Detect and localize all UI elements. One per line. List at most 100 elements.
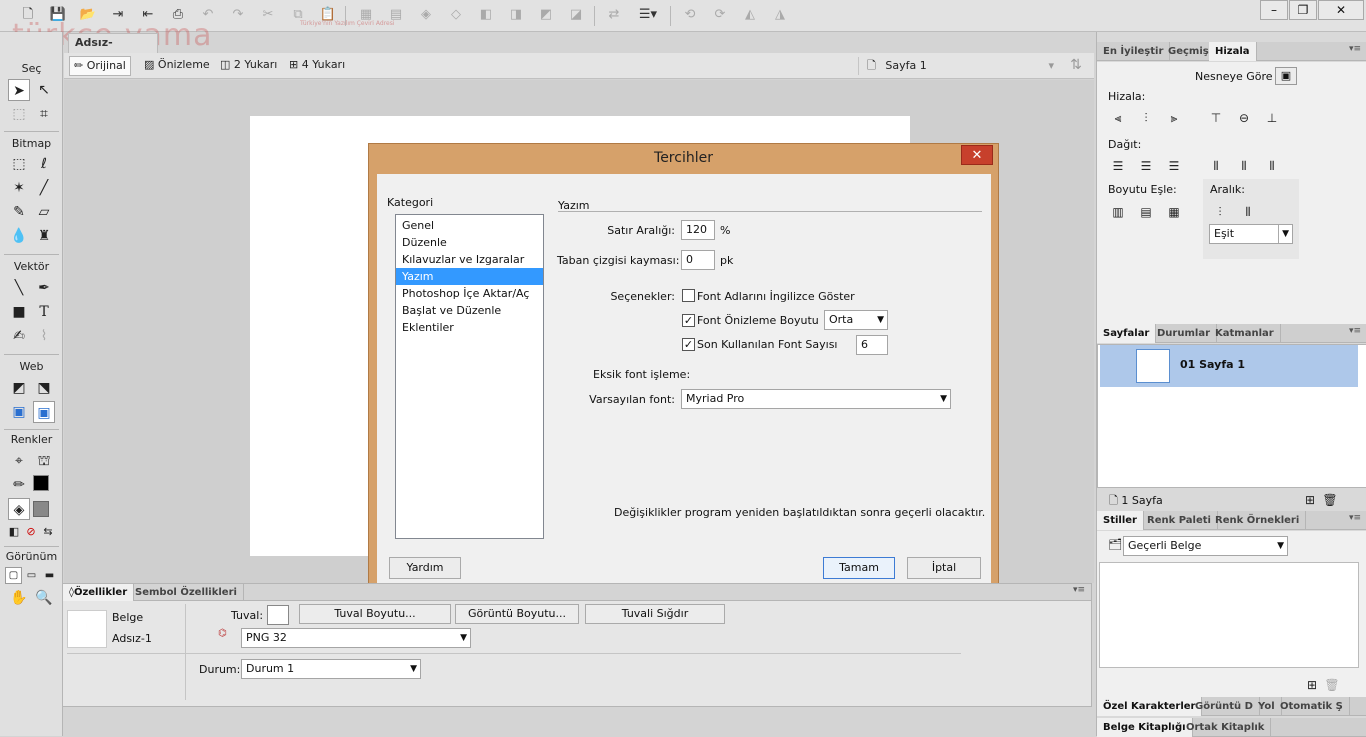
recent-fonts-input[interactable]: 6 — [856, 335, 888, 355]
new-page-icon[interactable]: ⊞ — [1301, 492, 1319, 508]
tab-optimize[interactable]: En İyileştir — [1097, 42, 1171, 61]
category-list[interactable]: Genel Düzenle Kılavuzlar ve Izgaralar Ya… — [395, 214, 544, 539]
panel-menu-icon[interactable]: ▾≡ — [1349, 326, 1361, 336]
delete-style-icon[interactable]: 🗑 — [1323, 677, 1341, 693]
standard-screen-icon[interactable]: ▢ — [5, 567, 22, 584]
baseline-shift-input[interactable]: 0 — [681, 250, 715, 270]
preview-size-select[interactable]: Orta ▼ — [824, 310, 888, 330]
swap-colors-icon[interactable]: ⇆ — [40, 521, 56, 543]
view-4up-button[interactable]: ⊞ 4 Yukarı — [285, 56, 349, 76]
redo-icon[interactable]: ↷ — [228, 6, 248, 24]
crop-icon[interactable]: ◪ — [566, 6, 586, 24]
pencil-tool-icon[interactable]: ✎ — [8, 201, 30, 223]
tab-doc-library[interactable]: Belge Kitaplığı — [1097, 718, 1193, 737]
tab-swatches[interactable]: Renk Örnekleri — [1209, 511, 1307, 530]
category-item[interactable]: Eklentiler — [396, 319, 543, 336]
brush-tool-icon[interactable]: ╱ — [33, 177, 55, 199]
space-vertical-icon[interactable]: ⫶ — [1211, 204, 1229, 220]
align-top-icon[interactable]: ⊤ — [1207, 110, 1225, 126]
hotspot-tool-icon[interactable]: ◩ — [8, 377, 30, 399]
freeform-tool-icon[interactable]: ✍ — [8, 325, 30, 347]
default-font-select[interactable]: Myriad Pro ▼ — [681, 389, 951, 409]
align-bottom-icon[interactable]: ⊥ — [1263, 110, 1281, 126]
tab-special-chars[interactable]: Özel Karakterler — [1097, 697, 1203, 716]
category-item[interactable]: Düzenle — [396, 234, 543, 251]
fit-canvas-button[interactable]: Tuvali Sığdır — [585, 604, 725, 624]
tab-image-edit[interactable]: Görüntü D — [1189, 697, 1260, 716]
panel-menu-icon[interactable]: ▾≡ — [1349, 513, 1361, 523]
flip-v-icon[interactable]: ◮ — [770, 6, 790, 24]
pointer-tool-icon[interactable]: ➤ — [8, 79, 30, 101]
view-2up-button[interactable]: ◫ 2 Yukarı — [216, 56, 281, 76]
pen-tool-icon[interactable]: ✒ — [33, 277, 55, 299]
recent-fonts-checkbox[interactable]: ✓ — [682, 338, 695, 351]
scale-tool-icon[interactable]: ⬚ — [8, 103, 30, 125]
knife-tool-icon[interactable]: ⌇ — [33, 325, 55, 347]
new-style-icon[interactable]: ⊞ — [1303, 677, 1321, 693]
category-item[interactable]: Kılavuzlar ve Izgaralar — [396, 251, 543, 268]
distribute-bottom-icon[interactable]: ☰ — [1165, 158, 1183, 174]
delete-page-icon[interactable]: 🗑 — [1321, 492, 1339, 508]
tab-properties[interactable]: ◊Özellikler — [63, 584, 135, 601]
category-item[interactable]: Başlat ve Düzenle — [396, 302, 543, 319]
fill-color-swatch[interactable] — [33, 501, 49, 517]
restore-button[interactable]: ❐ — [1289, 0, 1317, 20]
distribute-middle-icon[interactable]: ☰ — [1137, 158, 1155, 174]
rotate-left-icon[interactable]: ⟲ — [680, 6, 700, 24]
align-center-v-icon[interactable]: ⊖ — [1235, 110, 1253, 126]
eraser-tool-icon[interactable]: ▱ — [33, 201, 55, 223]
english-names-checkbox[interactable] — [682, 289, 695, 302]
punch-icon[interactable]: ◩ — [536, 6, 556, 24]
state-select[interactable]: Durum 1 ▼ — [241, 659, 421, 679]
full-screen-menus-icon[interactable]: ▭ — [23, 567, 40, 584]
magic-wand-icon[interactable]: ✶ — [8, 177, 30, 199]
tab-auto-shape[interactable]: Otomatik Ş — [1274, 697, 1350, 716]
distribute-top-icon[interactable]: ☰ — [1109, 158, 1127, 174]
distribute-right-icon[interactable]: ⫴ — [1263, 158, 1281, 174]
flip-icon[interactable]: ⇄ — [604, 6, 624, 24]
default-colors-icon[interactable]: ◧ — [6, 521, 22, 543]
view-preview-button[interactable]: ▨ Önizleme — [140, 56, 214, 76]
line-spacing-input[interactable]: 120 — [681, 220, 715, 240]
page-item-selected[interactable]: 01 Sayfa 1 — [1100, 345, 1358, 387]
ok-button[interactable]: Tamam — [823, 557, 895, 579]
fill-color-icon[interactable]: ◈ — [8, 498, 30, 520]
tab-styles[interactable]: Stiller — [1097, 511, 1144, 530]
no-color-icon[interactable]: ⊘ — [23, 521, 39, 543]
panel-menu-icon[interactable]: ▾≡ — [1073, 585, 1085, 595]
text-tool-icon[interactable]: T — [33, 301, 55, 323]
distribute-left-icon[interactable]: ⫴ — [1207, 158, 1225, 174]
full-screen-icon[interactable]: ▬ — [41, 567, 58, 584]
image-size-button[interactable]: Görüntü Boyutu... — [455, 604, 579, 624]
distribute-center-icon[interactable]: ⫴ — [1235, 158, 1253, 174]
align-center-h-icon[interactable]: ⫶ — [1137, 110, 1155, 126]
spacing-select[interactable]: Eşit ▼ — [1209, 224, 1293, 244]
cancel-button[interactable]: İptal — [907, 557, 981, 579]
align-left-icon[interactable]: ⫷ — [1109, 110, 1127, 126]
lasso-tool-icon[interactable]: ℓ — [33, 153, 55, 175]
stroke-color-swatch[interactable] — [33, 475, 49, 491]
tab-common-library[interactable]: Ortak Kitaplık — [1180, 718, 1272, 737]
format-select[interactable]: PNG 32 ▼ — [241, 628, 471, 648]
line-tool-icon[interactable]: ╲ — [8, 277, 30, 299]
align-icon[interactable]: ☰▾ — [636, 6, 660, 24]
subselect-tool-icon[interactable]: ↖ — [33, 79, 55, 101]
hand-tool-icon[interactable]: ✋ — [8, 587, 30, 609]
hide-slices-icon[interactable]: ▣ — [8, 401, 30, 423]
tab-color-palette[interactable]: Renk Paleti — [1141, 511, 1218, 530]
styles-list[interactable] — [1099, 562, 1359, 668]
space-horizontal-icon[interactable]: ⫴ — [1239, 204, 1257, 220]
tab-symbol-properties[interactable]: Sembol Özellikleri — [129, 584, 244, 601]
match-height-icon[interactable]: ▤ — [1137, 204, 1155, 220]
panel-menu-icon[interactable]: ▾≡ — [1349, 44, 1361, 54]
relative-to-button[interactable]: ▣ — [1275, 67, 1297, 85]
preview-size-checkbox[interactable]: ✓ — [682, 314, 695, 327]
cut-icon[interactable]: ✂ — [258, 6, 278, 24]
view-original-button[interactable]: ✏ Orijinal — [69, 56, 131, 76]
canvas-size-button[interactable]: Tuval Boyutu... — [299, 604, 451, 624]
help-button[interactable]: Yardım — [389, 557, 461, 579]
page-options-icon[interactable]: ⇅ — [1066, 57, 1086, 75]
align-right-icon[interactable]: ⫸ — [1165, 110, 1183, 126]
blur-tool-icon[interactable]: 💧 — [8, 225, 30, 247]
stamp-tool-icon[interactable]: ♜ — [33, 225, 55, 247]
